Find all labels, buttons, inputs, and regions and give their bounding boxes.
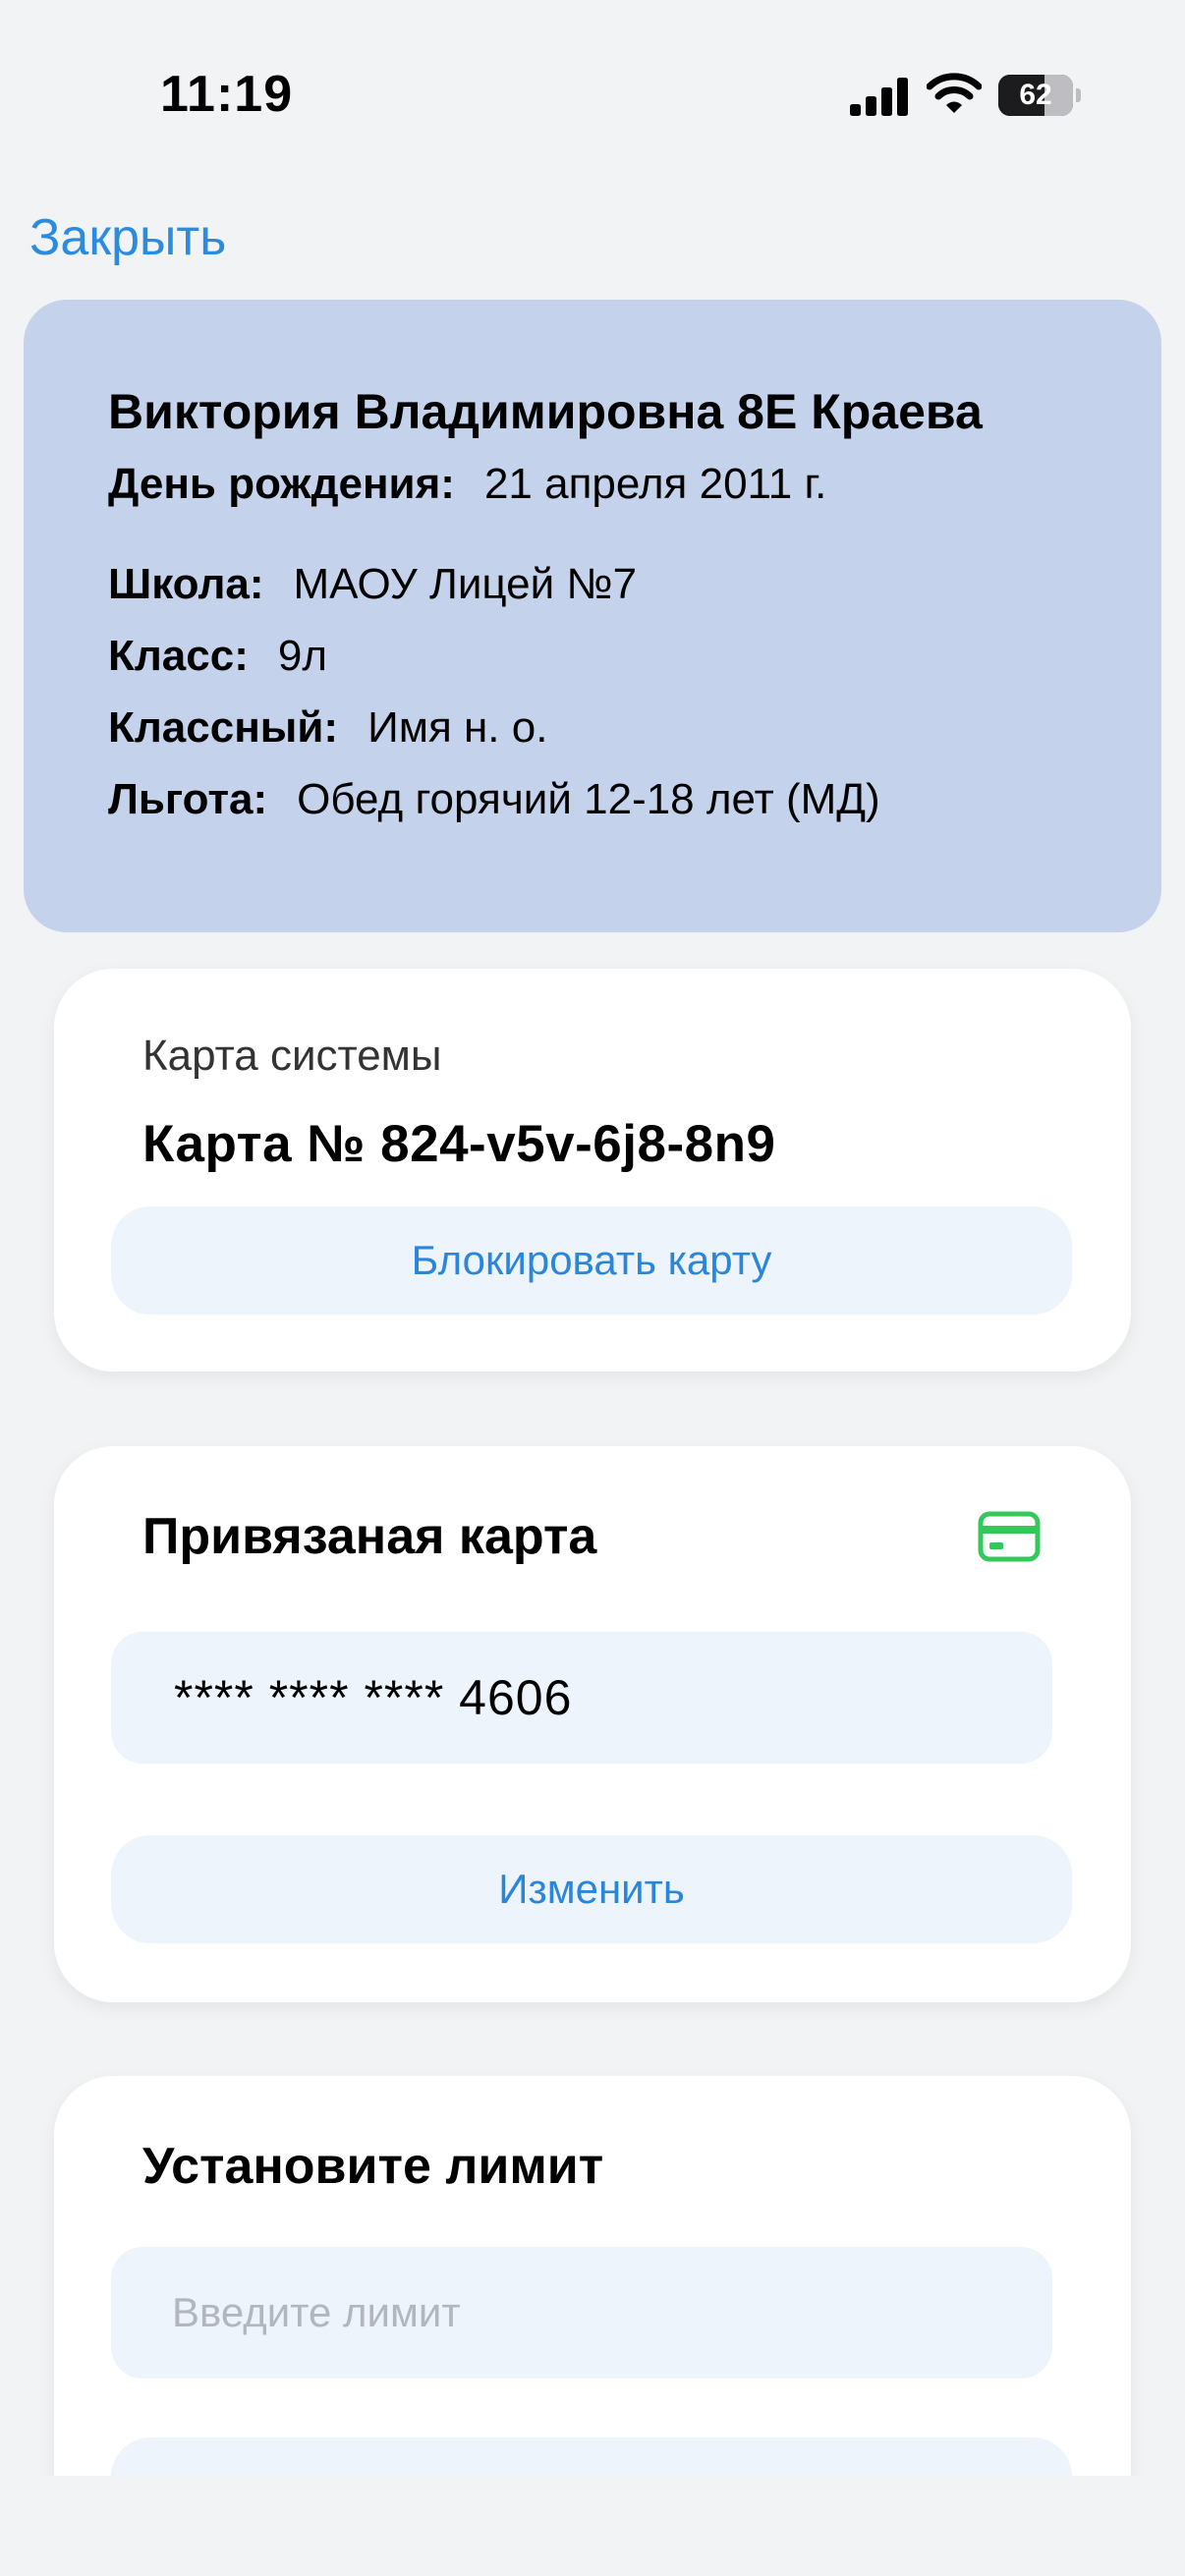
battery-body: 62: [998, 75, 1073, 116]
school-row: Школа: МАОУ Лицей №7: [108, 560, 637, 609]
birthday-label: День рождения:: [108, 460, 455, 508]
linked-card-title: Привязаная карта: [142, 1508, 597, 1565]
status-bar: 11:19 62: [0, 0, 1185, 187]
cellular-signal-icon: [850, 78, 908, 116]
class-label: Класс:: [108, 632, 249, 680]
bottom-area: [0, 2476, 1185, 2576]
system-card-number: Карта № 824-v5v-6j8-8n9: [142, 1115, 776, 1173]
birthday-value: 21 апреля 2011 г.: [483, 460, 827, 508]
status-time: 11:19: [160, 66, 294, 123]
benefit-label: Льгота:: [108, 775, 268, 823]
wifi-icon: [927, 73, 982, 113]
teacher-label: Классный:: [108, 703, 339, 752]
battery-percent: 62: [1019, 79, 1052, 111]
credit-card-icon: [978, 1511, 1041, 1562]
linked-card-section: Привязаная карта **** **** **** 4606 Изм…: [54, 1446, 1131, 2002]
battery-tip: [1076, 88, 1081, 102]
student-profile-card: Виктория Владимировна 8Е Краева День рож…: [24, 300, 1161, 932]
school-value: МАОУ Лицей №7: [293, 560, 638, 608]
close-button[interactable]: Закрыть: [29, 208, 226, 267]
benefit-value: Обед горячий 12-18 лет (МД): [297, 775, 880, 823]
linked-card-number: **** **** **** 4606: [111, 1632, 1052, 1764]
class-value: 9л: [277, 632, 328, 680]
class-row: Класс: 9л: [108, 632, 327, 681]
benefit-row: Льгота: Обед горячий 12-18 лет (МД): [108, 775, 880, 824]
system-card-section: Карта системы Карта № 824-v5v-6j8-8n9 Бл…: [54, 969, 1131, 1372]
limit-title: Установите лимит: [142, 2138, 604, 2195]
screen: 11:19 62 Закрыть Виктория Владимировна 8…: [0, 0, 1185, 2576]
change-card-button[interactable]: Изменить: [111, 1835, 1072, 1943]
birthday-row: День рождения: 21 апреля 2011 г.: [108, 460, 826, 509]
school-label: Школа:: [108, 560, 264, 608]
system-card-subtitle: Карта системы: [142, 1032, 442, 1080]
teacher-value: Имя н. о.: [367, 703, 548, 752]
block-card-button[interactable]: Блокировать карту: [111, 1206, 1072, 1315]
student-name: Виктория Владимировна 8Е Краева: [108, 384, 983, 439]
limit-input[interactable]: [111, 2247, 1052, 2379]
teacher-row: Классный: Имя н. о.: [108, 703, 547, 753]
battery-indicator: 62: [998, 75, 1081, 116]
